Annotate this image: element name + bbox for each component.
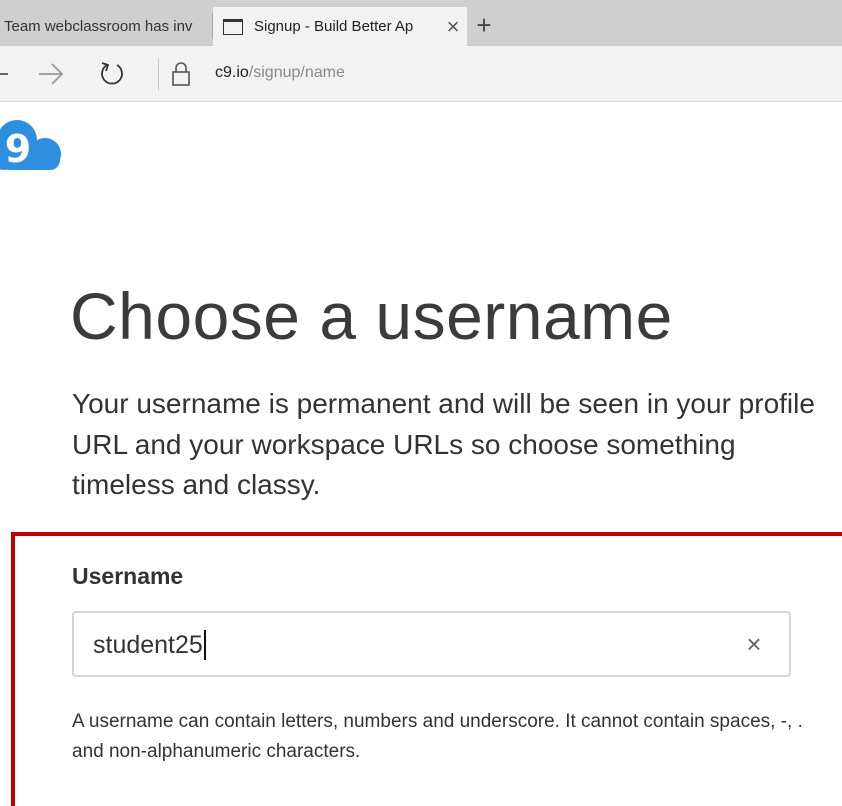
address-divider	[158, 58, 159, 90]
page-icon	[223, 18, 243, 35]
intro-text: Your username is permanent and will be s…	[72, 388, 815, 500]
tab-title: Team webclassroom has inv	[4, 18, 193, 35]
lock-icon[interactable]	[171, 61, 191, 87]
tab-signup[interactable]: Signup - Build Better Ap ×	[213, 7, 467, 46]
back-arrow-icon[interactable]	[0, 62, 8, 86]
page-title: Choose a username	[70, 279, 673, 353]
clear-input-icon[interactable]: ×	[741, 631, 767, 657]
logo-text: 9	[5, 127, 31, 171]
close-tab-icon[interactable]: ×	[439, 15, 467, 37]
username-value: student25	[93, 630, 203, 659]
refresh-icon[interactable]	[98, 60, 126, 88]
url-path: /signup/name	[248, 64, 345, 81]
url-host: c9.io	[215, 64, 249, 81]
forward-arrow-icon[interactable]	[37, 60, 65, 88]
username-input[interactable]: student25 ×	[72, 611, 791, 677]
url-field[interactable]: c9.io/signup/name	[215, 64, 345, 82]
cloud9-logo[interactable]: 9	[0, 116, 70, 176]
username-label: Username	[72, 563, 184, 589]
tab-strip: Team webclassroom has inv Signup - Build…	[0, 0, 842, 46]
username-value-wrap: student25	[93, 630, 206, 660]
address-bar: c9.io/signup/name	[0, 46, 842, 102]
text-caret	[203, 630, 206, 660]
username-help-text: A username can contain letters, numbers …	[72, 711, 803, 762]
tab-team-webclassroom[interactable]: Team webclassroom has inv	[0, 7, 212, 46]
tab-title: Signup - Build Better Ap	[254, 18, 414, 35]
new-tab-icon[interactable]: +	[470, 10, 498, 40]
